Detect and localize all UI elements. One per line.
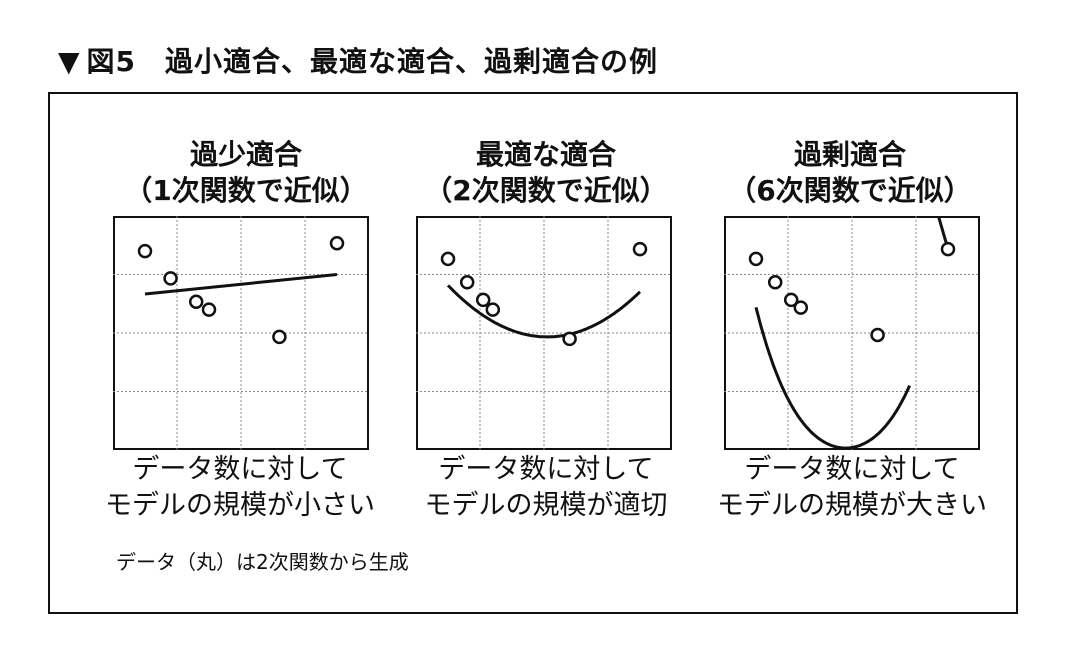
data-point xyxy=(562,331,577,347)
data-point xyxy=(748,251,764,267)
triangle-icon: ▼ xyxy=(58,45,81,78)
panel-3-caption-line1: データ数に対して xyxy=(744,454,960,485)
data-point xyxy=(201,302,217,317)
data-point xyxy=(485,302,501,317)
panel-3-title-line2: （6次関数で近似） xyxy=(728,174,972,207)
data-point xyxy=(475,292,491,308)
data-point xyxy=(459,275,475,290)
data-point xyxy=(870,327,885,343)
panel-2-title: 最適な適合 （2次関数で近似） xyxy=(386,137,706,209)
data-point xyxy=(188,294,204,310)
panel-3-caption: データ数に対して モデルの規模が大きい xyxy=(692,452,1012,524)
panel-1-title-line2: （1次関数で近似） xyxy=(124,174,368,207)
figure-title-text: 図5 過小適合、最適な適合、過剰適合の例 xyxy=(86,45,659,78)
panel-3-caption-line2: モデルの規模が大きい xyxy=(717,490,987,521)
panel-1-caption-line1: データ数に対して xyxy=(132,454,348,485)
data-point xyxy=(940,241,956,257)
figure-title: ▼ 図5 過小適合、最適な適合、過剰適合の例 xyxy=(58,40,658,80)
data-point xyxy=(137,243,153,259)
panel-1-caption: データ数に対して モデルの規模が小さい xyxy=(80,452,400,524)
footnote: データ（丸）は2次関数から生成 xyxy=(116,550,409,574)
data-point xyxy=(767,275,783,290)
data-point xyxy=(329,236,345,251)
panel-2-title-line2: （2次関数で近似） xyxy=(424,174,668,207)
panel-1-plot xyxy=(113,216,369,450)
panel-2-title-line1: 最適な適合 xyxy=(475,138,616,171)
panel-1-caption-line2: モデルの規模が小さい xyxy=(105,490,375,521)
data-point xyxy=(793,300,809,315)
data-point xyxy=(163,271,178,286)
panel-3-plot xyxy=(724,216,980,450)
panel-2-caption-line1: データ数に対して xyxy=(438,454,654,485)
data-point xyxy=(272,329,287,345)
panel-1-title-line1: 過少適合 xyxy=(189,138,302,171)
data-point xyxy=(632,241,648,257)
panel-2-caption-line2: モデルの規模が適切 xyxy=(424,490,668,521)
panel-3-title: 過剰適合 （6次関数で近似） xyxy=(690,137,1010,209)
data-point xyxy=(440,251,456,267)
panel-1-title: 過少適合 （1次関数で近似） xyxy=(86,137,406,209)
panel-2-plot xyxy=(416,216,672,450)
panel-3-title-line1: 過剰適合 xyxy=(793,138,906,171)
panel-2-caption: データ数に対して モデルの規模が適切 xyxy=(386,452,706,524)
fit-curve xyxy=(754,307,911,450)
